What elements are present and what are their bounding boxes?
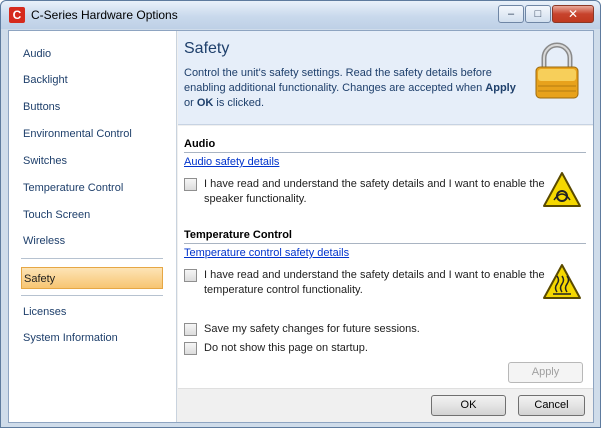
sidebar-item-touch-screen[interactable]: Touch Screen xyxy=(21,205,167,225)
sidebar-item-buttons[interactable]: Buttons xyxy=(21,97,167,117)
dialog-client-area: Audio Backlight Buttons Environmental Co… xyxy=(8,30,594,423)
page-header: Safety Control the unit's safety setting… xyxy=(178,31,593,125)
title-bar[interactable]: C C-Series Hardware Options – □ ✕ xyxy=(1,1,600,29)
minimize-icon: – xyxy=(507,8,515,20)
sidebar-item-backlight[interactable]: Backlight xyxy=(21,70,167,90)
sidebar-item-system-information[interactable]: System Information xyxy=(21,328,167,348)
minimize-button[interactable]: – xyxy=(498,5,524,23)
sidebar-divider xyxy=(21,258,163,259)
description-ok-keyword: OK xyxy=(196,97,214,109)
padlock-icon xyxy=(535,42,579,99)
sidebar-divider xyxy=(21,295,163,296)
close-button[interactable]: ✕ xyxy=(552,5,594,23)
audio-safety-details-link[interactable]: Audio safety details xyxy=(184,156,279,168)
apply-button[interactable]: Apply xyxy=(508,362,583,383)
audio-enable-row: I have read and understand the safety de… xyxy=(184,177,574,207)
description-apply-keyword: Apply xyxy=(485,82,516,94)
save-changes-row: Save my safety changes for future sessio… xyxy=(184,322,420,337)
hide-on-startup-row: Do not show this page on startup. xyxy=(184,341,368,356)
hot-surface-warning-icon xyxy=(543,264,581,299)
hide-on-startup-label: Do not show this page on startup. xyxy=(204,342,368,354)
description-text: is clicked. xyxy=(213,97,265,109)
sidebar-item-temperature-control[interactable]: Temperature Control xyxy=(21,178,167,198)
section-divider xyxy=(184,243,586,244)
window-title: C-Series Hardware Options xyxy=(31,8,178,22)
maximize-icon: □ xyxy=(534,8,542,20)
close-icon: ✕ xyxy=(567,7,579,21)
speaker-warning-icon xyxy=(543,172,581,207)
app-logo-icon: C xyxy=(9,7,25,23)
description-text: or xyxy=(184,97,197,109)
temperature-enable-row: I have read and understand the safety de… xyxy=(184,268,574,298)
temperature-enable-checkbox[interactable] xyxy=(184,269,197,282)
app-window: C C-Series Hardware Options – □ ✕ Audio … xyxy=(0,0,601,428)
window-controls: – □ ✕ xyxy=(497,5,594,23)
sidebar-item-wireless[interactable]: Wireless xyxy=(21,231,167,251)
main-panel: Safety Control the unit's safety setting… xyxy=(178,31,593,422)
sidebar-nav: Audio Backlight Buttons Environmental Co… xyxy=(9,31,177,422)
audio-enable-label: I have read and understand the safety de… xyxy=(204,178,545,205)
sidebar-item-safety[interactable]: Safety xyxy=(21,267,163,289)
hide-on-startup-checkbox[interactable] xyxy=(184,342,197,355)
sidebar-item-licenses[interactable]: Licenses xyxy=(21,302,167,322)
audio-enable-checkbox[interactable] xyxy=(184,178,197,191)
sidebar-item-environmental-control[interactable]: Environmental Control xyxy=(21,124,167,144)
description-text: Control the unit's safety settings. Read… xyxy=(184,67,492,94)
temperature-section-title: Temperature Control xyxy=(184,229,292,241)
sidebar-item-switches[interactable]: Switches xyxy=(21,151,167,171)
audio-section-title: Audio xyxy=(184,138,216,150)
settings-body: Audio Audio safety details I have read a… xyxy=(178,126,593,388)
save-changes-checkbox[interactable] xyxy=(184,323,197,336)
sidebar-item-audio[interactable]: Audio xyxy=(21,44,167,64)
dialog-footer: OK Cancel xyxy=(178,388,593,422)
section-divider xyxy=(184,152,586,153)
temperature-safety-details-link[interactable]: Temperature control safety details xyxy=(184,247,349,259)
page-description: Control the unit's safety settings. Read… xyxy=(184,66,524,111)
cancel-button[interactable]: Cancel xyxy=(518,395,585,416)
maximize-button[interactable]: □ xyxy=(525,5,551,23)
ok-button[interactable]: OK xyxy=(431,395,506,416)
save-changes-label: Save my safety changes for future sessio… xyxy=(204,323,420,335)
temperature-enable-label: I have read and understand the safety de… xyxy=(204,269,545,296)
page-title: Safety xyxy=(184,40,230,57)
